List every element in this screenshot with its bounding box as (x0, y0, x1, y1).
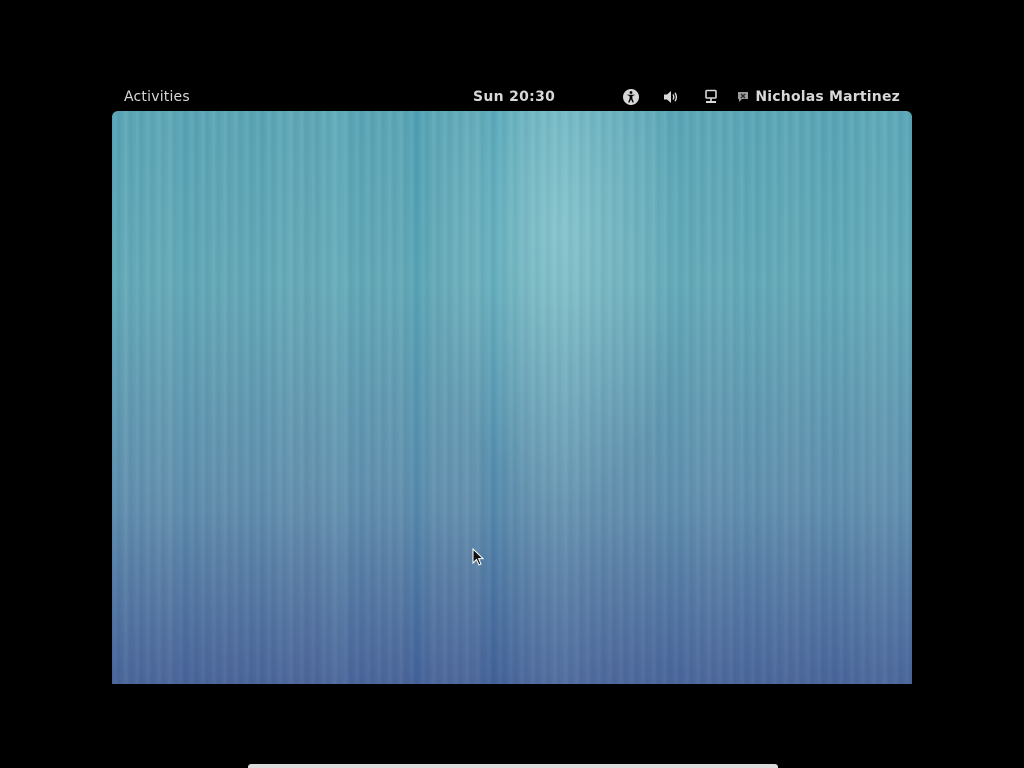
user-status-icon (735, 89, 751, 105)
activities-button[interactable]: Activities (124, 89, 190, 105)
top-bar: Activities Sun 20:30 Nicholas Martinez (112, 84, 912, 110)
message-tray-handle[interactable] (248, 764, 778, 768)
network-icon[interactable] (701, 87, 721, 107)
user-menu[interactable]: Nicholas Martinez (735, 89, 900, 105)
desktop-wallpaper[interactable] (112, 111, 912, 684)
user-name: Nicholas Martinez (755, 89, 900, 105)
clock-button[interactable]: Sun 20:30 (473, 89, 555, 105)
wallpaper-shade (112, 111, 912, 684)
mouse-pointer-icon (472, 548, 484, 566)
system-tray: Nicholas Martinez (621, 87, 900, 107)
volume-icon[interactable] (661, 87, 681, 107)
screen: Activities Sun 20:30 Nicholas Martinez (0, 0, 1024, 768)
accessibility-icon[interactable] (621, 87, 641, 107)
